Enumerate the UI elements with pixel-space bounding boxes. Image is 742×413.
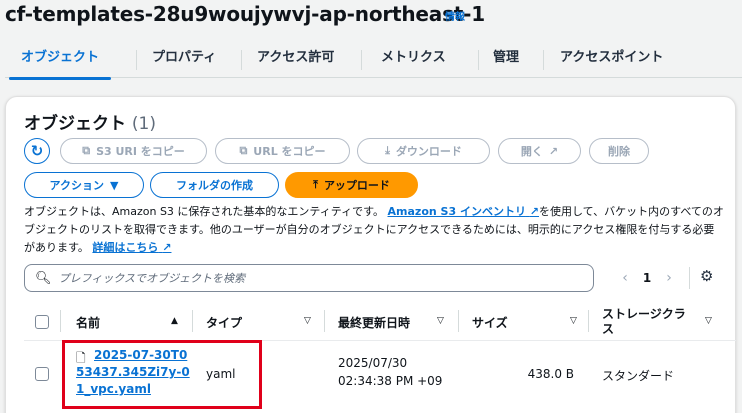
column-header-size[interactable]: サイズ ▽ [472, 302, 582, 342]
chevron-right-icon[interactable]: › [658, 270, 680, 286]
external-link-icon: ↗ [529, 205, 540, 218]
delete-label: 削除 [608, 145, 630, 158]
column-divider [60, 310, 61, 332]
column-divider [458, 310, 459, 332]
sort-descending-icon[interactable]: ▽ [437, 316, 444, 326]
tab-properties[interactable]: プロパティ [138, 42, 230, 76]
copy-url-button[interactable]: ⧉ URL をコピー [215, 138, 350, 164]
learn-more-link-text: 詳細はこちら [92, 241, 159, 254]
tab-divider [361, 50, 362, 70]
select-all-checkbox[interactable] [35, 315, 49, 329]
column-size-label: サイズ [472, 315, 508, 330]
info-link[interactable]: 情報 [445, 8, 465, 23]
tab-objects[interactable]: オブジェクト [7, 42, 113, 80]
object-last-modified-time: 02:34:38 PM +09 [338, 374, 443, 388]
objects-description: オブジェクトは、Amazon S3 に保存された基本的なエンティティです。 Am… [24, 203, 724, 257]
refresh-icon: ↻ [30, 142, 44, 160]
object-size: 438.0 B [527, 367, 574, 381]
pagination-divider [689, 267, 690, 289]
learn-more-link[interactable]: 詳細はこちら ↗ [92, 241, 171, 254]
objects-title-text: オブジェクト [24, 114, 126, 134]
tab-divider [241, 50, 242, 70]
tab-access-points[interactable]: アクセスポイント [546, 42, 677, 76]
column-divider [192, 310, 193, 332]
copy-icon: ⧉ [82, 144, 91, 157]
column-header-name[interactable]: 名前 ▲ [76, 302, 186, 342]
sort-descending-icon[interactable]: ▽ [304, 316, 311, 326]
row-checkbox[interactable] [35, 367, 49, 381]
column-last-modified-label: 最終更新日時 [338, 315, 411, 330]
download-label: ダウンロード [395, 145, 462, 158]
external-link-icon: ↗ [162, 241, 172, 254]
column-divider [324, 310, 325, 332]
column-name-label: 名前 [76, 315, 101, 330]
pagination: ‹ 1 › [614, 267, 680, 289]
column-header-type[interactable]: タイプ ▽ [206, 302, 316, 342]
tab-management[interactable]: 管理 [479, 42, 533, 76]
upload-icon: ⤒ [313, 178, 318, 191]
object-search-input[interactable] [58, 271, 559, 285]
caret-down-icon: ▼ [109, 178, 119, 192]
create-folder-label: フォルダの作成 [176, 179, 253, 192]
actions-label: アクション [49, 179, 104, 192]
upload-button[interactable]: ⤒ アップロード [285, 172, 418, 198]
tab-divider [543, 50, 544, 70]
refresh-button[interactable]: ↻ [24, 138, 50, 164]
create-folder-button[interactable]: フォルダの作成 [150, 172, 279, 198]
upload-label: アップロード [323, 179, 390, 192]
copy-s3-uri-button[interactable]: ⧉ S3 URI をコピー [60, 138, 207, 164]
tab-metrics[interactable]: メトリクス [367, 42, 460, 76]
object-search-box[interactable]: 🔍︎ [24, 264, 594, 292]
tab-bar: オブジェクト プロパティ アクセス許可 メトリクス 管理 アクセスポイント [5, 42, 742, 80]
object-last-modified-date: 2025/07/30 [338, 356, 408, 370]
column-header-storage-class[interactable]: ストレージクラス ▽ [602, 302, 732, 342]
sort-descending-icon[interactable]: ▽ [705, 316, 712, 326]
current-page-number[interactable]: 1 [636, 271, 658, 285]
object-storage-class: スタンダード [602, 369, 675, 383]
external-link-icon: ↗ [548, 144, 559, 158]
download-button[interactable]: ⤓ ダウンロード [357, 138, 490, 164]
copy-s3-uri-label: S3 URI をコピー [96, 145, 185, 158]
tab-permissions[interactable]: アクセス許可 [243, 42, 348, 76]
column-divider [588, 310, 589, 332]
open-button[interactable]: 開く ↗ [498, 138, 581, 164]
settings-gear-icon[interactable]: ⚙ [700, 267, 713, 285]
sort-descending-icon[interactable]: ▽ [570, 316, 577, 326]
actions-dropdown-button[interactable]: アクション ▼ [24, 172, 144, 198]
search-icon: 🔍︎ [35, 270, 52, 286]
page-title: cf-templates-28u9woujywvj-ap-northeast-1 [5, 2, 485, 26]
column-header-last-modified[interactable]: 最終更新日時 ▽ [338, 302, 453, 342]
objects-section-title: オブジェクト (1) [24, 109, 156, 134]
copy-icon: ⧉ [239, 144, 248, 157]
sort-ascending-icon[interactable]: ▲ [171, 316, 178, 326]
s3-inventory-link[interactable]: Amazon S3 インベントリ ↗ [388, 205, 540, 218]
objects-count: (1) [131, 114, 157, 134]
s3-inventory-link-text: Amazon S3 インベントリ [387, 205, 526, 218]
tab-divider [136, 50, 137, 70]
objects-panel: オブジェクト (1) ↻ ⧉ S3 URI をコピー ⧉ URL をコピー ⤓ … [5, 96, 736, 413]
open-label: 開く [520, 145, 543, 158]
chevron-left-icon[interactable]: ‹ [614, 270, 636, 286]
description-text-1: オブジェクトは、Amazon S3 に保存された基本的なエンティティです。 [24, 205, 385, 218]
highlight-box [62, 340, 262, 409]
column-type-label: タイプ [206, 315, 243, 330]
download-icon: ⤓ [385, 144, 390, 157]
delete-button[interactable]: 削除 [589, 138, 649, 164]
copy-url-label: URL をコピー [253, 145, 326, 158]
column-storage-class-label: ストレージクラス [602, 307, 686, 336]
